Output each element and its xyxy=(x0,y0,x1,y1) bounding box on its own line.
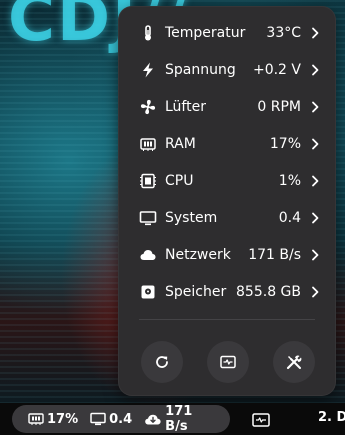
disk-icon xyxy=(139,283,157,301)
chevron-right-icon xyxy=(309,138,321,150)
chevron-right-icon xyxy=(309,175,321,187)
monitor-icon xyxy=(90,412,106,426)
menu-item-ram[interactable]: RAM 17% xyxy=(127,128,329,160)
chevron-right-icon xyxy=(309,249,321,261)
panel-system-value: 0.4 xyxy=(109,411,133,427)
cpu-icon xyxy=(139,172,157,190)
menu-item-value: 171 B/s xyxy=(248,247,301,263)
menu-item-value: 17% xyxy=(269,136,301,152)
menu-item-label: Netzwerk xyxy=(165,247,231,263)
monitor-icon xyxy=(139,209,157,227)
menu-item-network[interactable]: Netzwerk 171 B/s xyxy=(127,239,329,271)
menu-item-label: Lüfter xyxy=(165,99,206,115)
system-monitor-icon[interactable] xyxy=(252,412,270,427)
top-panel: 17% 0.4 171 B/s 2. D xyxy=(0,403,345,435)
panel-ram-value: 17% xyxy=(47,411,79,427)
system-monitor-indicator[interactable]: 17% 0.4 171 B/s xyxy=(12,404,230,434)
tools-icon xyxy=(285,353,303,371)
menu-item-label: Speicher xyxy=(165,284,227,300)
system-monitor-icon xyxy=(219,353,237,371)
memory-icon xyxy=(28,412,44,426)
menu-item-value: 1% xyxy=(278,173,301,189)
panel-system-group: 0.4 xyxy=(90,412,132,427)
menu-item-storage[interactable]: Speicher 855.8 GB xyxy=(127,276,329,308)
fan-icon xyxy=(139,98,157,116)
memory-icon xyxy=(139,135,157,153)
menu-item-value: 0.4 xyxy=(278,210,301,226)
menu-item-value: 0 RPM xyxy=(257,99,301,115)
panel-network-group: 171 B/s xyxy=(144,404,218,434)
chevron-right-icon xyxy=(309,101,321,113)
chevron-right-icon xyxy=(309,64,321,76)
menu-item-voltage[interactable]: Spannung +0.2 V xyxy=(127,54,329,86)
menu-item-temperature[interactable]: Temperatur 33°C xyxy=(127,17,329,49)
workspace-indicator[interactable]: 2. D xyxy=(318,410,345,425)
menu-item-label: System xyxy=(165,210,218,226)
chevron-right-icon xyxy=(309,27,321,39)
menu-item-value: 33°C xyxy=(266,25,301,41)
menu-item-cpu[interactable]: CPU 1% xyxy=(127,165,329,197)
cloud-icon xyxy=(139,246,157,264)
menu-separator xyxy=(139,319,315,320)
cloud-download-icon xyxy=(144,412,162,426)
menu-item-system[interactable]: System 0.4 xyxy=(127,202,329,234)
menu-item-label: RAM xyxy=(165,136,196,152)
menu-item-label: Spannung xyxy=(165,62,236,78)
menu-item-label: Temperatur xyxy=(165,25,246,41)
refresh-icon xyxy=(153,353,171,371)
menu-item-fan[interactable]: Lüfter 0 RPM xyxy=(127,91,329,123)
chevron-right-icon xyxy=(309,212,321,224)
system-monitor-button[interactable] xyxy=(207,341,249,383)
system-monitor-popup: Temperatur 33°C Spannung +0.2 V Lüfter 0… xyxy=(118,6,336,396)
settings-button[interactable] xyxy=(273,341,315,383)
thermometer-icon xyxy=(139,24,157,42)
lightning-icon xyxy=(139,61,157,79)
menu-item-label: CPU xyxy=(165,173,194,189)
chevron-right-icon xyxy=(309,286,321,298)
refresh-button[interactable] xyxy=(141,341,183,383)
panel-ram-group: 17% xyxy=(28,412,78,427)
panel-network-value: 171 B/s xyxy=(165,404,193,434)
menu-item-value: +0.2 V xyxy=(252,62,301,78)
menu-item-value: 855.8 GB xyxy=(236,284,301,300)
